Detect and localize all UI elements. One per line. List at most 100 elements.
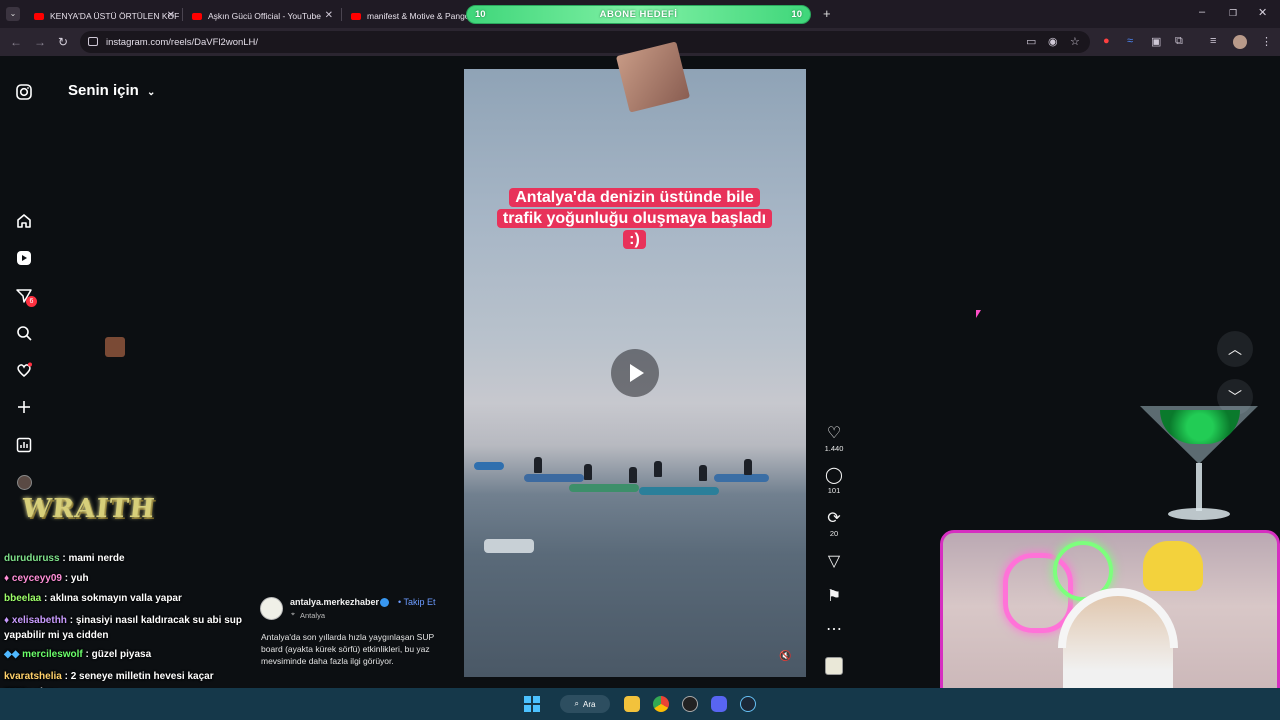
extension-red-icon[interactable]: ● bbox=[1103, 35, 1110, 47]
emote-sticker bbox=[105, 337, 125, 357]
save-button[interactable]: ⚑ bbox=[820, 588, 848, 606]
close-icon[interactable]: ✕ bbox=[325, 10, 333, 21]
chat-user: duruduruss bbox=[4, 553, 60, 564]
follow-button[interactable]: • Takip Et bbox=[398, 597, 436, 607]
youtube-icon bbox=[192, 12, 202, 20]
badge-icon: ♦ bbox=[4, 573, 12, 584]
play-button[interactable] bbox=[611, 349, 659, 397]
obs-icon[interactable] bbox=[682, 696, 698, 712]
eye-off-icon[interactable]: ◉ bbox=[1048, 35, 1058, 48]
video-caption: Antalya'da denizin üstünde bile trafik y… bbox=[491, 187, 778, 250]
notification-badge: 6 bbox=[26, 296, 37, 307]
verified-badge-icon bbox=[380, 598, 389, 607]
menu-icon[interactable]: ⋮ bbox=[1261, 35, 1272, 48]
install-icon[interactable]: ▭ bbox=[1026, 35, 1036, 48]
caption-text: Antalya'da denizin üstünde bile trafik y… bbox=[496, 188, 773, 249]
taskbar-search[interactable]: ⌕ Ara bbox=[560, 695, 610, 713]
minimize-button[interactable]: – bbox=[1199, 6, 1205, 18]
start-button[interactable] bbox=[524, 696, 540, 712]
more-options-button[interactable]: ⋯ bbox=[820, 621, 848, 639]
restore-button[interactable]: ❐ bbox=[1229, 8, 1237, 19]
search-icon[interactable] bbox=[15, 324, 33, 342]
follow-label: Takip Et bbox=[403, 597, 436, 607]
close-icon[interactable]: ✕ bbox=[167, 10, 175, 21]
chat-user: kvaratshelia bbox=[4, 671, 62, 682]
paddler bbox=[584, 464, 592, 480]
steam-icon[interactable] bbox=[740, 696, 756, 712]
previous-reel-button[interactable]: ︿ bbox=[1217, 331, 1253, 367]
chat-user: ceyceyy09 bbox=[11, 573, 62, 584]
location-text[interactable]: Antalya bbox=[300, 611, 325, 620]
wraith-logo: WRAITH bbox=[20, 494, 157, 524]
chat-message: bbeelaa : aklına sokmayın valla yapar bbox=[4, 593, 182, 604]
create-icon[interactable] bbox=[15, 398, 33, 416]
tab-2[interactable]: Aşkın Gücü Official - YouTube ✕ bbox=[184, 4, 339, 28]
youtube-icon bbox=[34, 12, 44, 20]
paddler bbox=[534, 457, 542, 473]
goal-left-count: 10 bbox=[475, 9, 486, 20]
tab-divider bbox=[182, 8, 183, 21]
comment-count: 101 bbox=[827, 486, 841, 495]
boat bbox=[474, 462, 504, 470]
back-button[interactable]: ← bbox=[10, 35, 22, 49]
feed-selector[interactable]: Senin için ⌄ bbox=[68, 82, 155, 99]
forward-button[interactable]: → bbox=[34, 35, 46, 49]
paddler bbox=[629, 467, 637, 483]
feed-title: Senin için bbox=[68, 82, 139, 99]
heart-notifications-icon[interactable] bbox=[15, 361, 33, 379]
plush-toy bbox=[1143, 541, 1203, 591]
chat-text: güzel piyasa bbox=[91, 649, 152, 660]
new-tab-button[interactable]: + bbox=[823, 6, 831, 21]
boat bbox=[639, 487, 719, 495]
extension-blue-icon[interactable]: ≈ bbox=[1127, 35, 1133, 47]
account-name[interactable]: antalya.merkezhaber bbox=[290, 597, 379, 607]
chrome-icon[interactable] bbox=[653, 696, 669, 712]
reload-button[interactable]: ↻ bbox=[58, 35, 68, 49]
home-icon[interactable] bbox=[15, 212, 33, 230]
instagram-logo-icon[interactable] bbox=[15, 83, 33, 101]
close-window-button[interactable]: ✕ bbox=[1258, 6, 1267, 19]
mute-icon[interactable]: 🔇 bbox=[779, 651, 791, 662]
bookmark-icon: ⚑ bbox=[826, 588, 842, 605]
extension-icon[interactable]: ▣ bbox=[1151, 35, 1161, 48]
chat-message: ♦ ceyceyy09 : yuh bbox=[4, 573, 89, 584]
tab-list-button[interactable]: ⌄ bbox=[6, 7, 20, 21]
paddler bbox=[699, 465, 707, 481]
heart-icon: ♡ bbox=[826, 425, 842, 442]
tab-3[interactable]: manifest & Motive & Pango bbox=[343, 4, 468, 28]
comment-button[interactable]: ◯ 101 bbox=[820, 467, 848, 495]
search-label: Ara bbox=[583, 699, 596, 709]
more-icon: ⋯ bbox=[826, 621, 842, 638]
profile-avatar-icon[interactable] bbox=[17, 475, 32, 490]
cocktail-stem bbox=[1196, 463, 1202, 511]
audio-avatar[interactable] bbox=[825, 657, 843, 675]
account-avatar[interactable] bbox=[260, 597, 283, 620]
repost-count: 20 bbox=[829, 529, 839, 538]
windows-taskbar bbox=[0, 688, 1280, 720]
reels-icon[interactable] bbox=[15, 249, 33, 267]
chat-user: mercileswolf bbox=[22, 649, 83, 660]
location-pin-icon: ⌖ bbox=[291, 611, 295, 618]
bookmark-star-icon[interactable]: ☆ bbox=[1070, 35, 1080, 48]
dashboard-icon[interactable] bbox=[15, 436, 33, 454]
file-explorer-icon[interactable] bbox=[624, 696, 640, 712]
like-button[interactable]: ♡ 1.440 bbox=[820, 425, 848, 453]
boat bbox=[524, 474, 584, 482]
tab-title: manifest & Motive & Pango bbox=[367, 11, 468, 21]
subscriber-goal-overlay: 10 ABONE HEDEFİ 10 bbox=[466, 5, 811, 24]
mouse-cursor bbox=[976, 310, 981, 318]
chat-message: ◆◆ mercileswolf : güzel piyasa bbox=[4, 649, 152, 660]
extensions-puzzle-icon[interactable]: ⧉ bbox=[1175, 35, 1183, 48]
repost-button[interactable]: ⟳ 20 bbox=[820, 510, 848, 538]
youtube-icon bbox=[351, 12, 361, 20]
post-description: Antalya'da son yıllarda hızla yaygınlaşa… bbox=[261, 632, 434, 666]
share-button[interactable]: ▽ bbox=[820, 553, 848, 571]
media-control-icon[interactable]: ≡ bbox=[1210, 35, 1216, 47]
url-field[interactable]: instagram.com/reels/DaVFl2wonLH/ bbox=[80, 31, 1090, 53]
profile-avatar[interactable] bbox=[1233, 35, 1247, 49]
tab-1[interactable]: KENYA'DA ÜSTÜ ÖRTÜLEN KOF ✕ bbox=[26, 4, 181, 28]
discord-icon[interactable] bbox=[711, 696, 727, 712]
badge-icon: ◆◆ bbox=[4, 649, 23, 660]
tab-title: Aşkın Gücü Official - YouTube bbox=[208, 11, 321, 21]
site-info-icon[interactable] bbox=[88, 37, 98, 46]
